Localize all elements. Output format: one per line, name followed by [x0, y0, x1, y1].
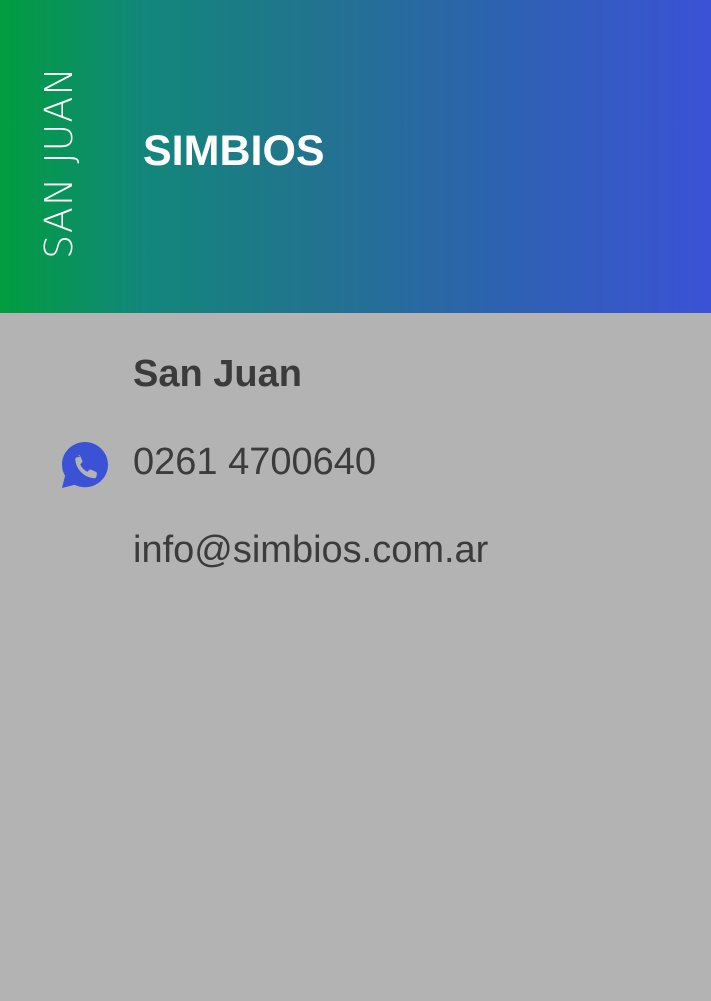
contact-block: San Juan 0261 4700640 info@simbios.com.a…: [0, 313, 711, 1001]
location-card: SAN JUAN SIMBIOS San Juan 0261 4700640 i…: [0, 0, 711, 1001]
brand-title: SIMBIOS: [143, 127, 325, 175]
whatsapp-icon[interactable]: [60, 440, 110, 490]
phone-row[interactable]: 0261 4700640: [60, 440, 620, 490]
phone-number[interactable]: 0261 4700640: [133, 443, 376, 481]
email-address[interactable]: info@simbios.com.ar: [133, 531, 488, 569]
city-name: San Juan: [133, 353, 302, 395]
region-vertical-label: SAN JUAN: [37, 66, 81, 259]
card-header: SAN JUAN SIMBIOS: [0, 0, 711, 313]
